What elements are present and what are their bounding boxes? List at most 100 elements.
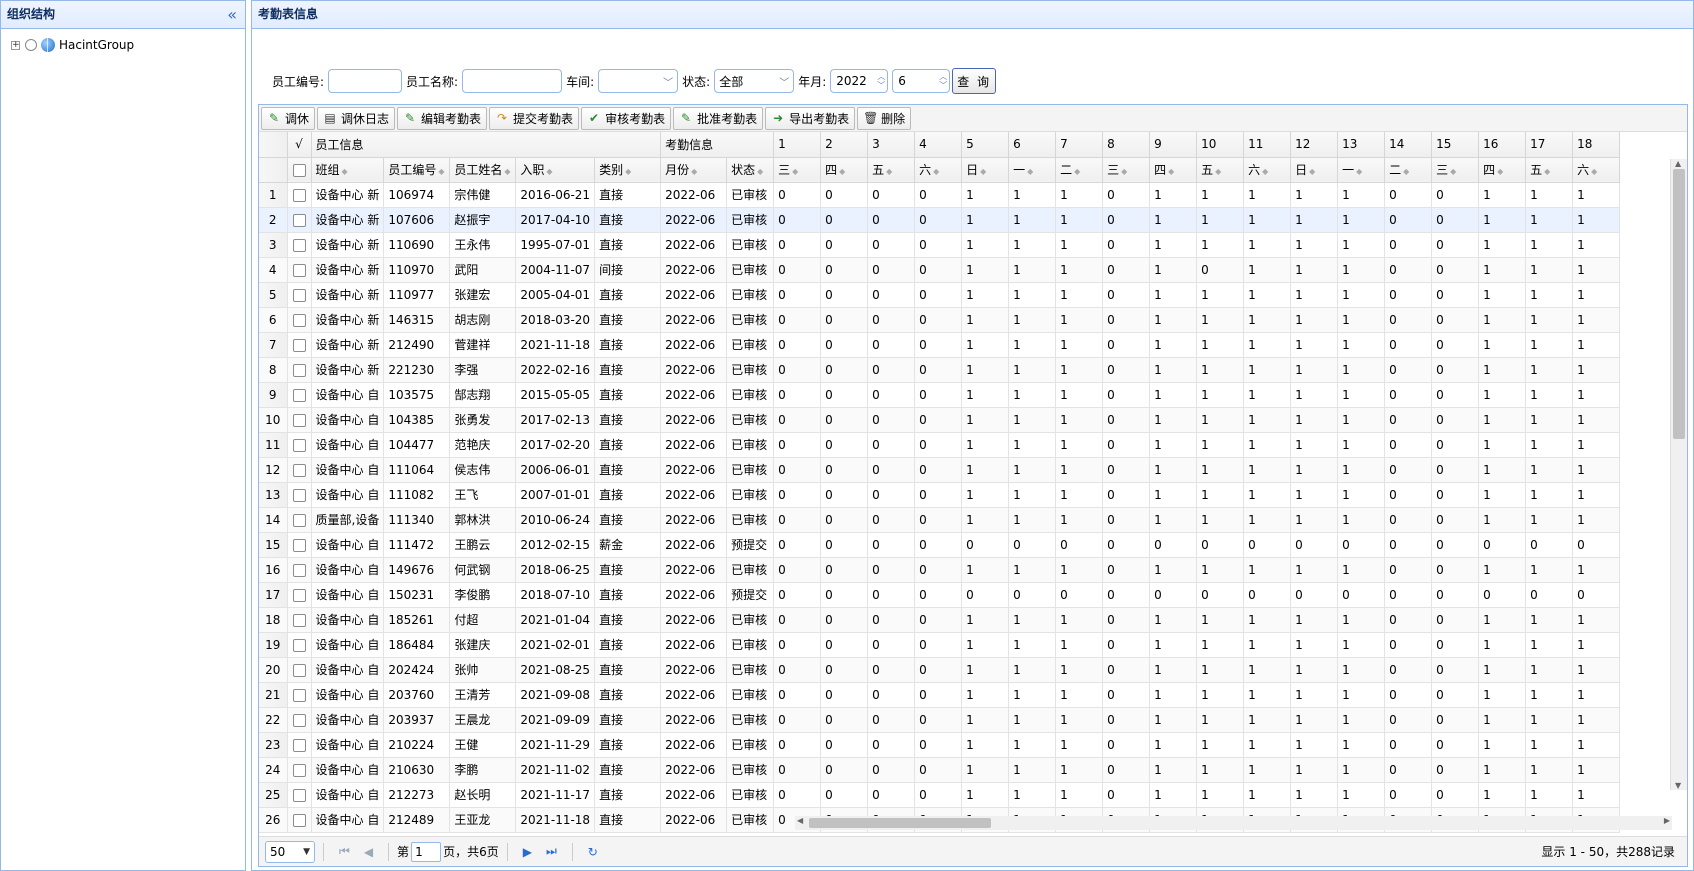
table-row[interactable]: 9 设备中心 自 103575 郜志翔 2015-05-05 直接 2022-06 已审核 0 0… bbox=[259, 382, 1621, 408]
weekday-header[interactable]: 日 ◆ bbox=[1290, 157, 1339, 183]
row-checkbox[interactable] bbox=[292, 388, 306, 402]
table-row[interactable]: 21 设备中心 自 203760 王清芳 2021-09-08 直接 2022-06 已审核 0… bbox=[259, 682, 1621, 708]
sort-icon[interactable]: ◆ bbox=[691, 167, 697, 176]
table-row[interactable]: 22 设备中心 自 203937 王晨龙 2021-09-09 直接 2022-06 已审核 0… bbox=[259, 707, 1621, 733]
row-checkbox-cell[interactable] bbox=[287, 232, 312, 258]
status-select[interactable]: 全部 ﹀ bbox=[714, 69, 795, 93]
row-checkbox-cell[interactable] bbox=[287, 282, 312, 308]
row-checkbox[interactable] bbox=[292, 363, 306, 377]
row-checkbox-cell[interactable] bbox=[287, 482, 312, 508]
weekday-header[interactable]: 三 ◆ bbox=[1102, 157, 1151, 183]
row-checkbox-cell[interactable] bbox=[287, 207, 312, 233]
weekday-header[interactable]: 三 ◆ bbox=[773, 157, 822, 183]
submit-attendance-button[interactable]: ↷ 提交考勤表 bbox=[489, 106, 580, 130]
spin-down-icon[interactable]: ﹀ bbox=[939, 81, 947, 90]
row-checkbox[interactable] bbox=[292, 813, 306, 827]
row-checkbox-cell[interactable] bbox=[287, 782, 312, 808]
table-row[interactable]: 25 设备中心 自 212273 赵长明 2021-11-17 直接 2022-06 已审核 0… bbox=[259, 782, 1621, 808]
weekday-header[interactable]: 四 ◆ bbox=[1149, 157, 1198, 183]
collapse-panel-icon[interactable]: « bbox=[227, 1, 237, 28]
prev-page-icon[interactable]: ◀ bbox=[364, 845, 373, 859]
weekday-header[interactable]: 日 ◆ bbox=[961, 157, 1010, 183]
row-checkbox[interactable] bbox=[292, 738, 306, 752]
tree-expand-icon[interactable]: + bbox=[11, 40, 20, 50]
sort-icon[interactable]: ◆ bbox=[342, 167, 348, 176]
tree-radio[interactable] bbox=[25, 39, 37, 51]
row-checkbox-cell[interactable] bbox=[287, 707, 312, 733]
table-row[interactable]: 2 设备中心 新 107606 赵振宇 2017-04-10 直接 2022-06 已审核 0 0… bbox=[259, 207, 1621, 233]
table-row[interactable]: 18 设备中心 自 185261 付超 2021-01-04 直接 2022-06 已审核 0 0… bbox=[259, 607, 1621, 633]
row-checkbox[interactable] bbox=[292, 713, 306, 727]
delete-button[interactable]: 🗑 删除 bbox=[857, 106, 912, 130]
row-checkbox[interactable] bbox=[292, 288, 306, 302]
weekday-header[interactable]: 三 ◆ bbox=[1431, 157, 1480, 183]
table-row[interactable]: 4 设备中心 新 110970 武阳 2004-11-07 间接 2022-06 已审核 0 0 0… bbox=[259, 257, 1621, 283]
scroll-left-icon[interactable]: ◀ bbox=[797, 816, 803, 825]
last-page-icon[interactable]: ⏭ bbox=[546, 844, 557, 859]
row-checkbox[interactable] bbox=[292, 513, 306, 527]
row-checkbox-cell[interactable] bbox=[287, 732, 312, 758]
sort-icon[interactable]: ◆ bbox=[1309, 167, 1315, 176]
workshop-select[interactable]: ﹀ bbox=[598, 69, 679, 93]
row-checkbox[interactable] bbox=[292, 463, 306, 477]
row-checkbox-cell[interactable] bbox=[287, 457, 312, 483]
table-row[interactable]: 8 设备中心 新 221230 李强 2022-02-16 直接 2022-06 已审核 0 0 0… bbox=[259, 357, 1621, 383]
row-checkbox[interactable] bbox=[292, 438, 306, 452]
emp-no-input[interactable] bbox=[328, 69, 403, 93]
sort-icon[interactable]: ◆ bbox=[1121, 167, 1127, 176]
sort-icon[interactable]: ◆ bbox=[438, 167, 444, 176]
tree-node-hacintgroup[interactable]: + HacintGroup bbox=[1, 33, 245, 57]
column-header[interactable]: 类别 ◆ bbox=[594, 157, 662, 183]
sort-icon[interactable]: ◆ bbox=[1497, 167, 1503, 176]
weekday-header[interactable]: 二 ◆ bbox=[1384, 157, 1433, 183]
sort-icon[interactable]: ◆ bbox=[757, 167, 763, 176]
row-checkbox-cell[interactable] bbox=[287, 357, 312, 383]
sort-icon[interactable]: ◆ bbox=[504, 167, 510, 176]
page-size-select[interactable]: 50 ▼ bbox=[265, 840, 315, 863]
sort-icon[interactable]: ◆ bbox=[1027, 167, 1033, 176]
table-row[interactable]: 10 设备中心 自 104385 张勇发 2017-02-13 直接 2022-06 已审核 0… bbox=[259, 407, 1621, 433]
row-checkbox-cell[interactable] bbox=[287, 632, 312, 658]
row-checkbox-cell[interactable] bbox=[287, 307, 312, 333]
row-checkbox-cell[interactable] bbox=[287, 532, 312, 558]
select-all-checkbox[interactable] bbox=[292, 163, 306, 177]
sort-icon[interactable]: ◆ bbox=[933, 167, 939, 176]
sort-icon[interactable]: ◆ bbox=[546, 167, 552, 176]
sort-icon[interactable]: ◆ bbox=[792, 167, 798, 176]
edit-attendance-button[interactable]: ✎ 编辑考勤表 bbox=[397, 106, 488, 130]
spin-up-icon[interactable]: ︿ bbox=[939, 72, 947, 81]
weekday-header[interactable]: 四 ◆ bbox=[1478, 157, 1527, 183]
row-checkbox-cell[interactable] bbox=[287, 382, 312, 408]
sort-icon[interactable]: ◆ bbox=[625, 167, 631, 176]
sort-icon[interactable]: ◆ bbox=[1262, 167, 1268, 176]
table-row[interactable]: 16 设备中心 自 149676 何武钢 2018-06-25 直接 2022-06 已审核 0… bbox=[259, 557, 1621, 583]
weekday-header[interactable]: 五 ◆ bbox=[867, 157, 916, 183]
row-checkbox-cell[interactable] bbox=[287, 332, 312, 358]
sort-icon[interactable]: ◆ bbox=[1544, 167, 1550, 176]
row-checkbox[interactable] bbox=[292, 238, 306, 252]
weekday-header[interactable]: 四 ◆ bbox=[820, 157, 869, 183]
table-row[interactable]: 11 设备中心 自 104477 范艳庆 2017-02-20 直接 2022-06 已审核 0… bbox=[259, 432, 1621, 458]
row-checkbox[interactable] bbox=[292, 213, 306, 227]
weekday-header[interactable]: 六 ◆ bbox=[914, 157, 963, 183]
spin-down-icon[interactable]: ﹀ bbox=[877, 81, 885, 90]
horizontal-scrollbar[interactable]: ◀ ▶ bbox=[795, 816, 1672, 830]
row-checkbox[interactable] bbox=[292, 538, 306, 552]
row-checkbox[interactable] bbox=[292, 688, 306, 702]
weekday-header[interactable]: 六 ◆ bbox=[1243, 157, 1292, 183]
row-checkbox-cell[interactable] bbox=[287, 182, 312, 208]
table-row[interactable]: 19 设备中心 自 186484 张建庆 2021-02-01 直接 2022-06 已审核 0… bbox=[259, 632, 1621, 658]
sort-icon[interactable]: ◆ bbox=[1168, 167, 1174, 176]
refresh-icon[interactable]: ↻ bbox=[588, 845, 598, 859]
table-row[interactable]: 15 设备中心 自 111472 王鹏云 2012-02-15 薪金 2022-06 预提交 0… bbox=[259, 532, 1621, 558]
rest-button[interactable]: ✎ 调休 bbox=[261, 106, 316, 130]
sort-icon[interactable]: ◆ bbox=[980, 167, 986, 176]
column-header[interactable]: 班组 ◆ bbox=[311, 157, 385, 183]
row-checkbox-cell[interactable] bbox=[287, 582, 312, 608]
row-checkbox-cell[interactable] bbox=[287, 607, 312, 633]
row-checkbox-cell[interactable] bbox=[287, 807, 312, 833]
row-checkbox-cell[interactable] bbox=[287, 557, 312, 583]
row-checkbox-cell[interactable] bbox=[287, 407, 312, 433]
weekday-header[interactable]: 五 ◆ bbox=[1525, 157, 1574, 183]
row-checkbox[interactable] bbox=[292, 563, 306, 577]
